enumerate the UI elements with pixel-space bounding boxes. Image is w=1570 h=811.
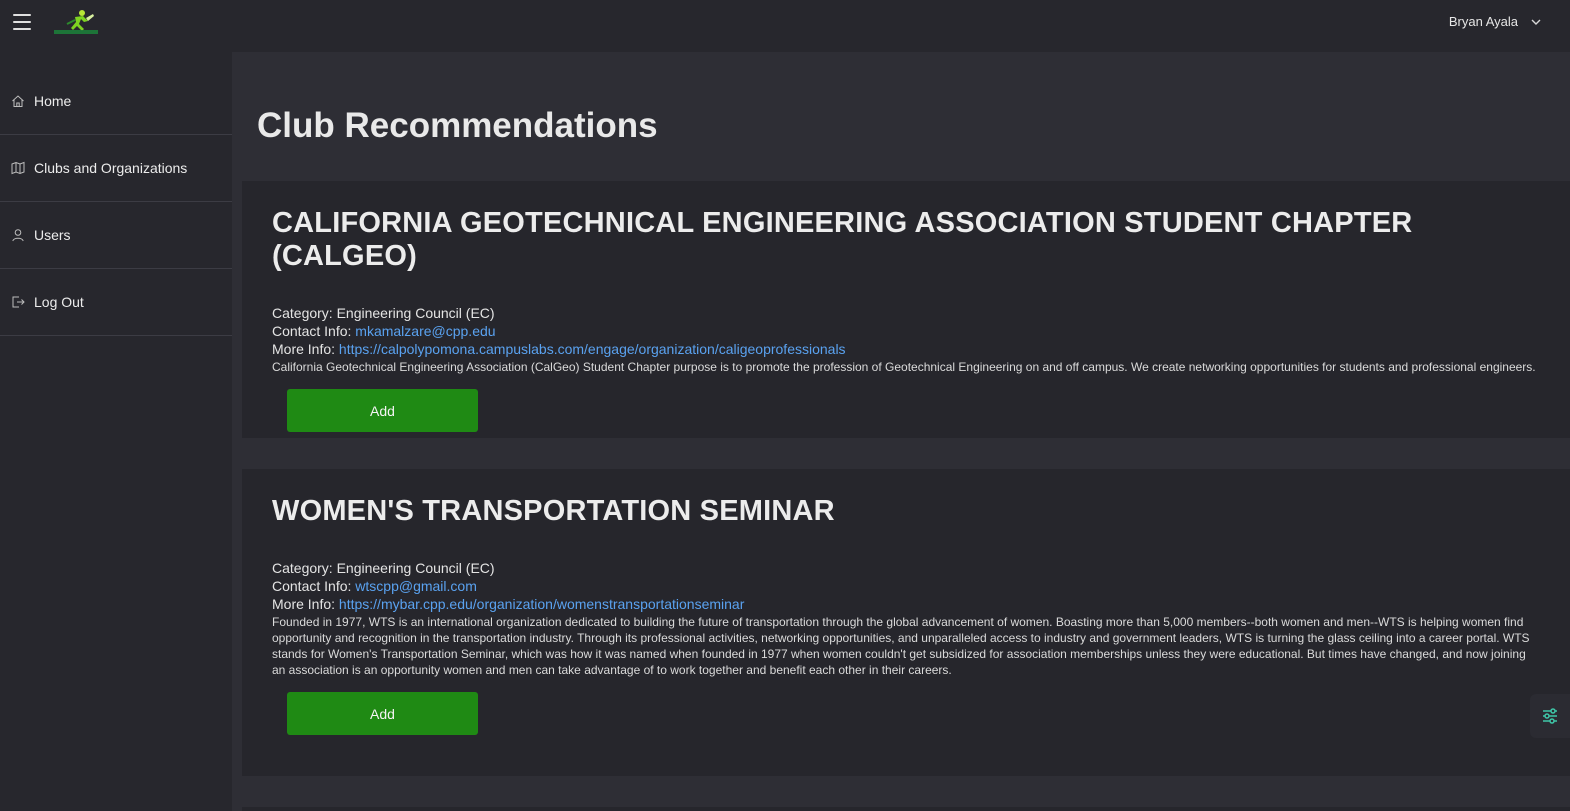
logout-icon xyxy=(12,296,25,308)
sidebar-item-label: Log Out xyxy=(34,294,84,310)
hamburger-menu-icon[interactable] xyxy=(13,14,31,30)
map-icon xyxy=(11,161,25,175)
sidebar-item-label: Users xyxy=(34,227,71,243)
user-icon xyxy=(12,229,24,242)
club-card: WOMEN'S TRANSPORTATION SEMINAR Category:… xyxy=(242,469,1570,776)
club-description: California Geotechnical Engineering Asso… xyxy=(272,360,1536,374)
club-category: Category: Engineering Council (EC) xyxy=(272,560,495,576)
sidebar-item-users[interactable]: Users xyxy=(0,202,232,269)
club-name: WOMEN'S TRANSPORTATION SEMINAR xyxy=(272,495,835,527)
contact-email-link[interactable]: wtscpp@gmail.com xyxy=(355,578,477,594)
settings-panel-toggle[interactable] xyxy=(1530,694,1570,738)
home-icon xyxy=(12,95,24,107)
sidebar-item-label: Home xyxy=(34,93,72,109)
category-value: Engineering Council (EC) xyxy=(336,305,495,321)
page-title: Club Recommendations xyxy=(257,106,658,145)
sidebar-item-home[interactable]: Home xyxy=(0,68,232,135)
club-contact: Contact Info: mkamalzare@cpp.edu xyxy=(272,323,496,339)
club-contact: Contact Info: wtscpp@gmail.com xyxy=(272,578,477,594)
contact-email-link[interactable]: mkamalzare@cpp.edu xyxy=(355,323,495,339)
club-name: CALIFORNIA GEOTECHNICAL ENGINEERING ASSO… xyxy=(272,207,1413,272)
more-info-link[interactable]: https://calpolypomona.campuslabs.com/eng… xyxy=(339,341,846,357)
sidebar-item-label: Clubs and Organizations xyxy=(34,160,188,176)
main-content: Club Recommendations CALIFORNIA GEOTECHN… xyxy=(232,52,1570,811)
club-more-info: More Info: https://calpolypomona.campusl… xyxy=(272,341,846,357)
sliders-icon xyxy=(1543,708,1557,724)
user-menu[interactable]: Bryan Ayala xyxy=(1449,14,1542,29)
club-description: Founded in 1977, WTS is an international… xyxy=(272,615,1530,677)
sidebar-item-clubs[interactable]: Clubs and Organizations xyxy=(0,135,232,202)
club-card xyxy=(242,807,1570,811)
top-bar: Bryan Ayala xyxy=(0,0,1570,52)
broncodash-logo[interactable] xyxy=(53,8,103,38)
club-category: Category: Engineering Council (EC) xyxy=(272,305,495,321)
sidebar: Home Clubs and Organizations Users Log O… xyxy=(0,52,232,811)
club-card: CALIFORNIA GEOTECHNICAL ENGINEERING ASSO… xyxy=(242,181,1570,438)
more-info-link[interactable]: https://mybar.cpp.edu/organization/women… xyxy=(339,596,744,612)
club-more-info: More Info: https://mybar.cpp.edu/organiz… xyxy=(272,596,745,612)
user-name: Bryan Ayala xyxy=(1448,14,1518,29)
add-button[interactable]: Add xyxy=(287,389,478,432)
chevron-down-icon xyxy=(1531,19,1541,25)
category-value: Engineering Council (EC) xyxy=(336,560,495,576)
sidebar-item-logout[interactable]: Log Out xyxy=(0,269,232,336)
add-button[interactable]: Add xyxy=(287,692,478,735)
